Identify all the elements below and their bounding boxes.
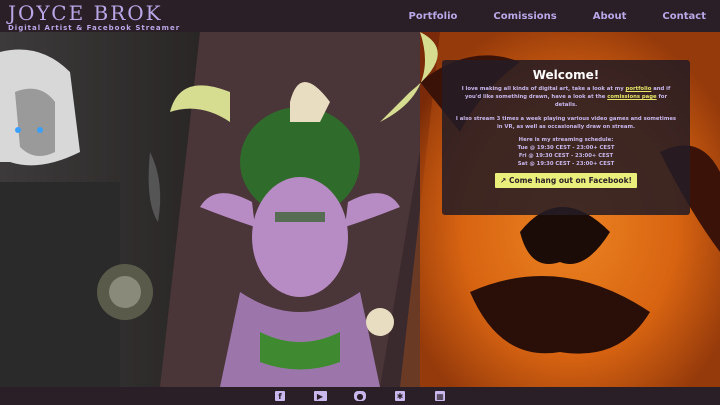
portfolio-link[interactable]: portfolio bbox=[626, 86, 652, 92]
facebook-icon[interactable]: f bbox=[273, 390, 287, 402]
schedule-item: Fri @ 19:30 CEST - 23:00+ CEST bbox=[518, 153, 614, 159]
trello-icon[interactable]: ▦ bbox=[433, 390, 447, 402]
comissions-link[interactable]: comissions page bbox=[607, 94, 656, 100]
welcome-streaming: I also stream 3 times a week playing var… bbox=[455, 116, 677, 130]
main-nav: Portfolio Comissions About Contact bbox=[409, 0, 706, 32]
schedule-item: Tue @ 19:30 CEST - 23:00+ CEST bbox=[517, 145, 615, 151]
schedule-item: Sat @ 19:30 CEST - 23:00+ CEST bbox=[517, 161, 615, 167]
site-header: JOYCE BROK Digital Artist & Facebook Str… bbox=[0, 0, 720, 32]
welcome-title: Welcome! bbox=[532, 68, 600, 82]
twitter-icon[interactable]: ✱ bbox=[393, 390, 407, 402]
external-link-icon: ↗ bbox=[500, 176, 507, 185]
intro-text-a: I love making all kinds of digital art, … bbox=[461, 86, 626, 92]
youtube-icon[interactable]: ▶ bbox=[313, 390, 327, 402]
brand-logo[interactable]: JOYCE BROK Digital Artist & Facebook Str… bbox=[8, 3, 180, 32]
nav-comissions[interactable]: Comissions bbox=[493, 11, 556, 22]
nav-portfolio[interactable]: Portfolio bbox=[409, 11, 458, 22]
welcome-card: Welcome! I love making all kinds of digi… bbox=[442, 60, 690, 215]
nav-about[interactable]: About bbox=[593, 11, 627, 22]
site-subtitle: Digital Artist & Facebook Streamer bbox=[8, 24, 181, 32]
site-title: JOYCE BROK bbox=[8, 1, 163, 25]
cta-label: Come hang out on Facebook! bbox=[508, 176, 632, 185]
schedule-heading: Here is my streaming schedule: bbox=[518, 137, 614, 143]
social-footer: f ▶ ● ✱ ▦ bbox=[0, 387, 720, 405]
discord-icon[interactable]: ● bbox=[353, 390, 367, 402]
facebook-cta-button[interactable]: ↗ Come hang out on Facebook! bbox=[495, 173, 637, 188]
welcome-intro: I love making all kinds of digital art, … bbox=[442, 85, 690, 109]
nav-contact[interactable]: Contact bbox=[662, 11, 706, 22]
